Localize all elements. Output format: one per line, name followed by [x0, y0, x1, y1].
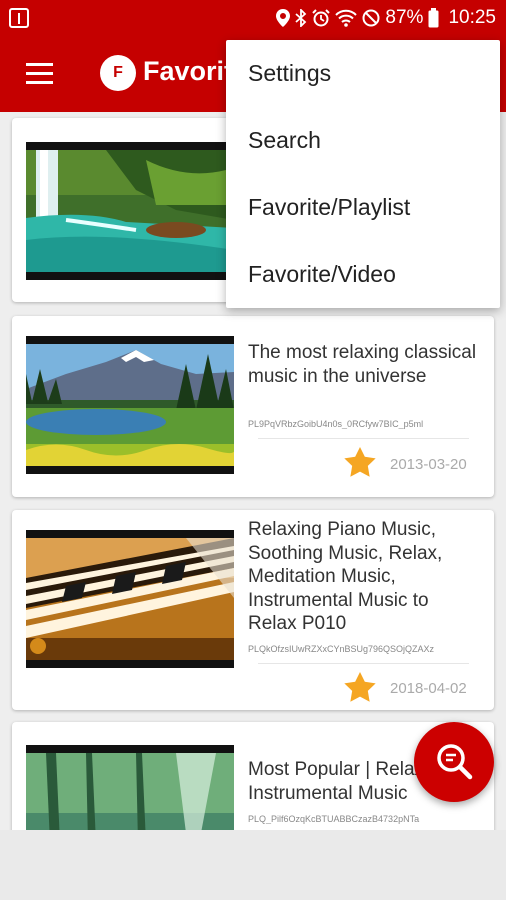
- search-fab-button[interactable]: [414, 722, 494, 802]
- menu-item-search[interactable]: Search: [226, 107, 500, 174]
- menu-icon[interactable]: [26, 63, 53, 85]
- overflow-menu: Settings Search Favorite/Playlist Favori…: [226, 40, 500, 308]
- clock: 10:25: [448, 7, 496, 28]
- alarm-icon: [312, 9, 331, 27]
- playlist-id: PL9PqVRbzGoibU4n0s_0RCfyw7BIC_p5ml: [248, 419, 424, 429]
- do-not-disturb-icon: [362, 9, 380, 27]
- playlist-date: 2013-03-20: [390, 456, 467, 473]
- bottom-area: [0, 830, 506, 900]
- battery-icon: [428, 8, 439, 28]
- playlist-id: PLQkOfzsIUwRZXxCYnBSUg796QSOjQZAXz: [248, 644, 435, 654]
- location-icon: [276, 9, 291, 27]
- status-bar: 87% 10:25: [0, 0, 506, 36]
- app-logo: F: [100, 55, 136, 91]
- wifi-icon: [335, 9, 358, 27]
- playlist-card[interactable]: The most relaxing classical music in the…: [12, 316, 494, 497]
- status-icons: 87% 10:25: [276, 6, 496, 30]
- playlist-title: Relaxing Piano Music, Soothing Music, Re…: [248, 519, 443, 634]
- menu-item-favorite-playlist[interactable]: Favorite/Playlist: [226, 174, 500, 241]
- search-icon: [437, 744, 473, 780]
- playlist-thumbnail: [26, 142, 234, 280]
- playlist-thumbnail: [26, 336, 234, 474]
- divider: [258, 663, 469, 664]
- menu-item-favorite-video[interactable]: Favorite/Video: [226, 241, 500, 308]
- playlist-thumbnail: [26, 745, 234, 830]
- divider: [258, 438, 469, 439]
- favorite-star-icon[interactable]: [344, 672, 376, 702]
- battery-percent: 87%: [385, 7, 424, 28]
- playlist-title: The most relaxing classical music in the…: [248, 342, 477, 387]
- playlist-date: 2018-04-02: [390, 680, 467, 697]
- usb-icon: [9, 8, 29, 28]
- favorite-star-icon[interactable]: [344, 447, 376, 477]
- playlist-thumbnail: [26, 530, 234, 668]
- menu-item-settings[interactable]: Settings: [226, 40, 500, 107]
- playlist-card[interactable]: Relaxing Piano Music, Soothing Music, Re…: [12, 510, 494, 710]
- bluetooth-icon: [295, 9, 307, 27]
- playlist-id: PLQ_Pilf6OzqKcBTUABBCzazB4732pNTa: [248, 814, 420, 824]
